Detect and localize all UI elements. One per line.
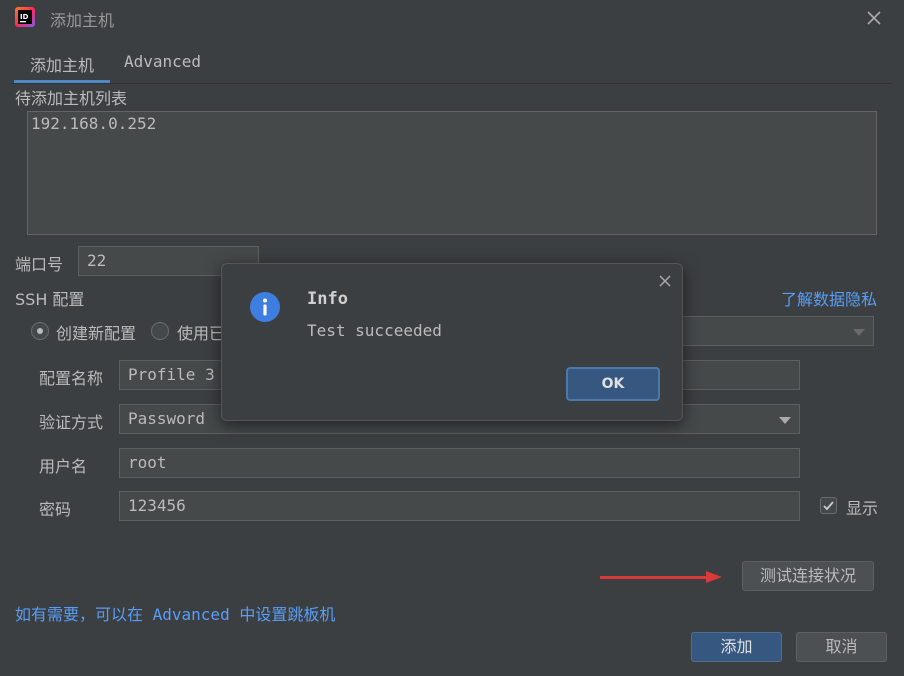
host-list-label: 待添加主机列表 [15, 89, 128, 108]
show-password-label: 显示 [846, 499, 879, 518]
add-button[interactable]: 添加 [691, 632, 782, 662]
password-label: 密码 [39, 500, 72, 519]
ssh-config-label: SSH 配置 [15, 290, 85, 309]
close-icon[interactable] [656, 272, 674, 290]
dialog-title: Info [307, 289, 348, 309]
auth-method-value: Password [128, 409, 206, 428]
annotation-arrow [600, 576, 710, 579]
radio-new-config[interactable] [31, 322, 49, 340]
ok-button[interactable]: OK [566, 367, 660, 401]
radio-existing-config[interactable] [151, 322, 169, 340]
test-connection-button[interactable]: 测试连接状况 [742, 561, 874, 591]
info-dialog: Info Test succeeded OK [221, 263, 683, 421]
title-bar: ID 添加主机 [0, 0, 904, 36]
active-tab-indicator [14, 80, 110, 83]
host-list-textarea[interactable]: 192.168.0.252 [27, 111, 877, 235]
info-icon [250, 292, 280, 322]
tab-bar: 添加主机 Advanced [12, 46, 892, 84]
radio-existing-config-label: 使用已 [177, 324, 226, 343]
show-password-checkbox[interactable] [820, 497, 837, 514]
svg-text:ID: ID [20, 13, 29, 21]
password-input[interactable]: 123456 [119, 491, 800, 521]
existing-config-select[interactable] [680, 316, 874, 346]
chevron-down-icon [853, 329, 865, 336]
annotation-arrow-head [706, 571, 722, 583]
jump-host-hint-link[interactable]: 如有需要，可以在 Advanced 中设置跳板机 [15, 601, 335, 625]
privacy-link[interactable]: 了解数据隐私 [781, 286, 877, 310]
chevron-down-icon [779, 417, 791, 424]
config-name-label: 配置名称 [39, 369, 104, 388]
auth-method-label: 验证方式 [39, 413, 104, 432]
window-title: 添加主机 [50, 11, 115, 30]
close-icon[interactable] [864, 8, 884, 28]
username-label: 用户名 [39, 457, 88, 476]
tab-add-host[interactable]: 添加主机 [30, 52, 94, 76]
port-label: 端口号 [15, 255, 64, 274]
tab-advanced[interactable]: Advanced [124, 52, 201, 71]
username-input[interactable]: root [119, 448, 800, 478]
dialog-message: Test succeeded [307, 321, 442, 340]
cancel-button[interactable]: 取消 [796, 632, 887, 662]
app-icon: ID [15, 7, 35, 27]
checkmark-icon [823, 501, 834, 511]
radio-new-config-label: 创建新配置 [56, 324, 137, 343]
